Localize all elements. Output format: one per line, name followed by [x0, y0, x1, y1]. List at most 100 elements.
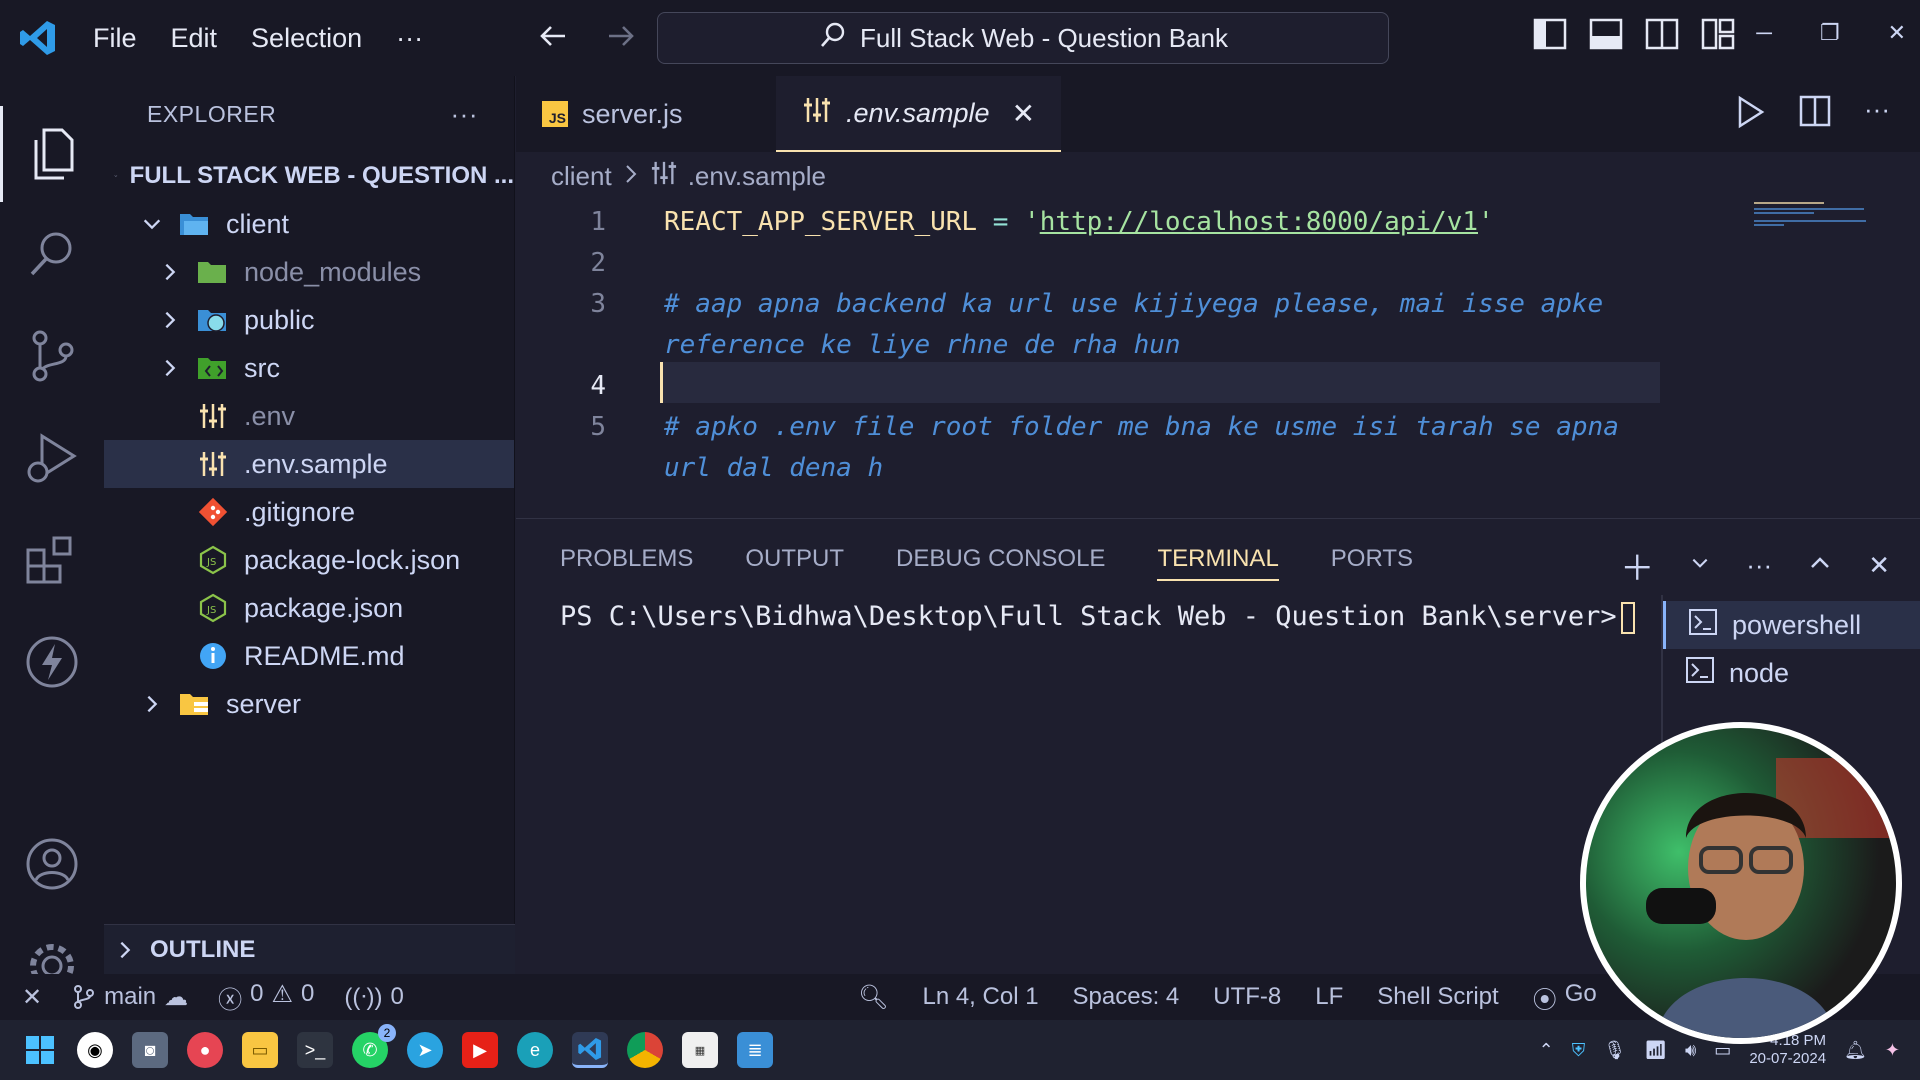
minimap[interactable] — [1754, 200, 1880, 240]
defender-icon[interactable]: ⛨ — [1572, 1040, 1586, 1061]
tree-item-package-json[interactable]: JS package.json — [104, 584, 514, 632]
command-center-search[interactable]: Full Stack Web - Question Bank — [657, 12, 1389, 64]
encoding[interactable]: UTF-8 — [1213, 983, 1281, 1011]
menu-selection[interactable]: Selection — [234, 23, 379, 54]
tab-ports[interactable]: PORTS — [1331, 545, 1413, 573]
more-actions-icon[interactable]: ··· — [451, 99, 478, 130]
close-panel-icon[interactable]: ✕ — [1868, 550, 1890, 581]
tab-problems[interactable]: PROBLEMS — [560, 545, 693, 573]
indentation[interactable]: Spaces: 4 — [1073, 983, 1180, 1011]
folder-open-icon — [176, 210, 214, 238]
tree-item-src[interactable]: src — [104, 344, 514, 392]
more-actions-icon[interactable]: ··· — [1864, 94, 1890, 135]
outline-section[interactable]: OUTLINE — [104, 924, 515, 974]
breadcrumb-file[interactable]: .env.sample — [688, 161, 826, 192]
code-editor[interactable]: 1 2 3 4 5 REACT_APP_SERVER_URL = 'http:/… — [516, 200, 1920, 516]
chevron-down-icon[interactable] — [1690, 553, 1710, 578]
tab-server-js[interactable]: JS server.js — [516, 76, 776, 152]
tree-item-client[interactable]: client — [104, 200, 514, 248]
tree-item-node-modules[interactable]: node_modules — [104, 248, 514, 296]
run-debug-activity[interactable] — [0, 410, 104, 506]
tab-terminal[interactable]: TERMINAL — [1157, 545, 1279, 581]
run-debug-icon — [27, 433, 77, 483]
close-window-icon[interactable]: ✕ — [1888, 20, 1906, 46]
run-icon[interactable] — [1734, 94, 1766, 135]
ports-status[interactable]: ((ᐧ)) 0 — [344, 983, 403, 1012]
menu-more[interactable]: ··· — [379, 23, 440, 54]
chevron-right-icon — [158, 309, 182, 331]
explorer-activity[interactable] — [0, 106, 104, 202]
menu-edit[interactable]: Edit — [154, 23, 235, 54]
tree-item-readme[interactable]: README.md — [104, 632, 514, 680]
problems-status[interactable]: ⓧ 0 ⚠ 0 — [218, 980, 314, 1015]
bell-icon[interactable]: 🔔︎ — [1844, 1040, 1867, 1061]
notepad-app-icon[interactable]: ≣ — [737, 1032, 773, 1068]
chevron-up-icon[interactable]: ⌃ — [1539, 1040, 1554, 1061]
extensions-activity[interactable] — [0, 512, 104, 608]
svg-text:JS: JS — [206, 557, 216, 568]
tree-item-env[interactable]: .env — [104, 392, 514, 440]
copilot-app-icon[interactable]: ◉ — [77, 1032, 113, 1068]
language-mode[interactable]: Shell Script — [1377, 983, 1498, 1011]
tree-label: server — [226, 688, 302, 719]
windows-start-icon[interactable] — [22, 1032, 58, 1068]
terminal-app-icon[interactable]: >_ — [297, 1032, 333, 1068]
project-root[interactable]: FULL STACK WEB - QUESTION ... — [104, 152, 514, 200]
forward-arrow-icon[interactable] — [603, 18, 639, 59]
close-tab-icon[interactable]: ✕ — [1012, 97, 1035, 130]
go-live-button[interactable]: ⦿ Go — [1533, 980, 1597, 1015]
whatsapp-app-icon[interactable]: ✆ 2 — [352, 1024, 396, 1068]
camera-app-icon[interactable]: ◙ — [132, 1032, 168, 1068]
shotcut-app-icon[interactable]: ▦ — [682, 1032, 718, 1068]
terminal-item-node[interactable]: node — [1663, 649, 1920, 697]
chevron-right-icon — [622, 161, 640, 192]
search-activity[interactable] — [0, 206, 104, 302]
file-explorer-app-icon[interactable]: ▭ — [242, 1032, 278, 1068]
tree-item-server[interactable]: server — [104, 680, 514, 728]
wifi-icon[interactable]: 📶︎ — [1644, 1040, 1667, 1061]
tree-item-env-sample[interactable]: .env.sample — [104, 440, 514, 488]
terminal-output[interactable]: PS C:\Users\Bidhwa\Desktop\Full Stack We… — [560, 601, 1635, 634]
tab-output[interactable]: OUTPUT — [745, 545, 844, 573]
tree-item-gitignore[interactable]: .gitignore — [104, 488, 514, 536]
remote-icon[interactable]: ✕ — [22, 983, 42, 1012]
toggle-secondary-sidebar-icon[interactable] — [1645, 18, 1679, 55]
tree-item-public[interactable]: public — [104, 296, 514, 344]
terminal-item-powershell[interactable]: powershell — [1663, 601, 1920, 649]
copilot-tray-icon[interactable]: ✦ — [1885, 1040, 1900, 1061]
thunder-client-activity[interactable] — [0, 614, 104, 710]
chrome-canary-app-icon[interactable]: ● — [187, 1032, 223, 1068]
restore-icon[interactable]: ❐ — [1820, 20, 1840, 46]
url-link[interactable]: http://localhost:8000/api/v1 — [1040, 207, 1478, 237]
tree-label: package-lock.json — [244, 544, 461, 575]
zoom-icon[interactable]: 🔍︎ — [858, 983, 888, 1012]
telegram-app-icon[interactable]: ➤ — [407, 1032, 443, 1068]
back-arrow-icon[interactable] — [535, 18, 571, 59]
customize-layout-icon[interactable] — [1701, 18, 1735, 55]
split-editor-icon[interactable] — [1798, 94, 1832, 135]
tab-env-sample[interactable]: .env.sample ✕ — [776, 76, 1062, 152]
toggle-panel-icon[interactable] — [1589, 18, 1623, 55]
line-ending[interactable]: LF — [1315, 983, 1343, 1011]
breadcrumb-folder[interactable]: client — [551, 161, 612, 192]
youtube-app-icon[interactable]: ▶ — [462, 1032, 498, 1068]
chrome-app-icon[interactable] — [627, 1032, 663, 1068]
tree-item-package-lock[interactable]: JS package-lock.json — [104, 536, 514, 584]
microphone-icon[interactable]: 🎙︎ — [1603, 1040, 1626, 1061]
maximize-panel-icon[interactable] — [1808, 551, 1832, 580]
settings-sliders-icon — [650, 160, 678, 193]
menu-file[interactable]: File — [76, 23, 154, 54]
outline-title: OUTLINE — [150, 935, 256, 963]
branch-status[interactable]: main ☁ — [72, 983, 188, 1012]
minimize-icon[interactable]: ─ — [1756, 20, 1772, 46]
accounts-activity[interactable] — [0, 816, 104, 912]
vscode-app-icon[interactable] — [572, 1032, 608, 1068]
toggle-sidebar-icon[interactable] — [1533, 18, 1567, 55]
tab-debug-console[interactable]: DEBUG CONSOLE — [896, 545, 1105, 573]
more-actions-icon[interactable]: ··· — [1746, 550, 1772, 581]
cursor-position[interactable]: Ln 4, Col 1 — [922, 983, 1038, 1011]
edge-app-icon[interactable]: e — [517, 1032, 553, 1068]
volume-icon[interactable]: 🔊︎ — [1685, 1040, 1696, 1061]
new-terminal-icon[interactable]: ＋ — [1620, 541, 1654, 590]
source-control-activity[interactable] — [0, 308, 104, 404]
